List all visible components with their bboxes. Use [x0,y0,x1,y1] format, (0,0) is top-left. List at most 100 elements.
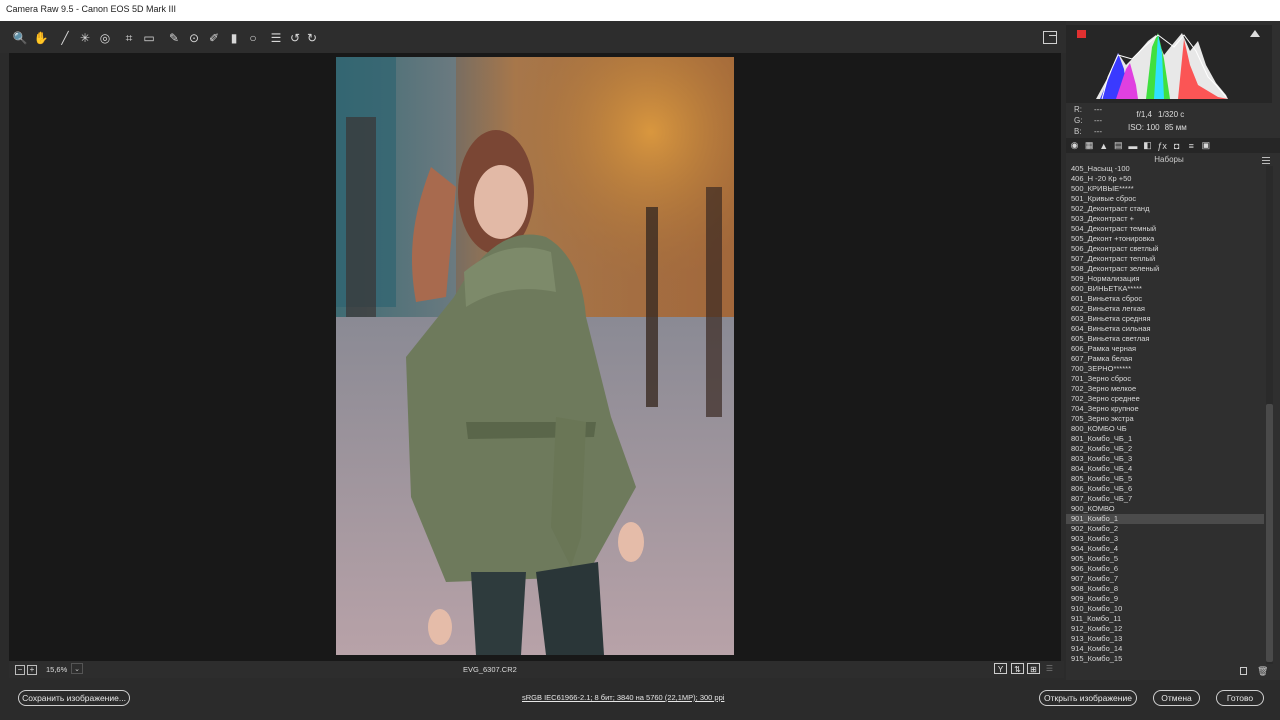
panel-tabs: ◉ ▦ ▲ ▤ ▬ ◧ ƒx ◘ ≡ ▣ [1066,138,1280,153]
preset-item[interactable]: 800_КОМБО ЧБ [1066,424,1264,434]
preset-item[interactable]: 508_Деконтраст зеленый [1066,264,1264,274]
snapshots-tab-icon[interactable]: ▣ [1200,140,1211,151]
preset-item[interactable]: 901_Комбо_1 [1066,514,1264,524]
zoom-dropdown-chevron-icon[interactable]: ⌄ [71,663,83,674]
preset-item[interactable]: 507_Деконтраст теплый [1066,254,1264,264]
preset-item[interactable]: 509_Нормализация [1066,274,1264,284]
zoom-out-button[interactable]: − [15,665,25,675]
split-toning-tab-icon[interactable]: ▬ [1127,140,1138,151]
preset-item[interactable]: 505_Деконт +тонировка [1066,234,1264,244]
preset-item[interactable]: 405_Насыщ -100 [1066,164,1264,174]
preset-item[interactable]: 912_Комбо_12 [1066,624,1264,634]
preset-item[interactable]: 406_Н -20 Кр +50 [1066,174,1264,184]
footer: Сохранить изображение... sRGB IEC61966-2… [0,680,1280,720]
preset-item[interactable]: 705_Зерно экстра [1066,414,1264,424]
tone-curve-tab-icon[interactable]: ▦ [1084,140,1095,151]
camera-calibration-tab-icon[interactable]: ◘ [1171,140,1182,151]
cancel-button[interactable]: Отмена [1153,690,1200,706]
scrollbar-thumb[interactable] [1266,404,1273,662]
save-image-button[interactable]: Сохранить изображение... [18,690,130,706]
preset-item[interactable]: 502_Деконтраст станд [1066,204,1264,214]
preset-item[interactable]: 905_Комбо_5 [1066,554,1264,564]
delete-preset-icon[interactable]: 🗑 [1257,666,1268,677]
zoom-in-button[interactable]: + [27,665,37,675]
crop-icon[interactable]: ⌗ [121,30,137,46]
zoom-icon[interactable]: 🔍 [12,30,28,46]
preset-item[interactable]: 801_Комбо_ЧБ_1 [1066,434,1264,444]
zoom-level[interactable]: 15,6% [46,665,67,674]
rgb-readout: R: --- G: --- B: --- [1074,105,1102,136]
preset-item[interactable]: 904_Комбо_4 [1066,544,1264,554]
preset-item[interactable]: 605_Виньетка светлая [1066,334,1264,344]
preset-item[interactable]: 601_Виньетка сброс [1066,294,1264,304]
preset-item[interactable]: 806_Комбо_ЧБ_6 [1066,484,1264,494]
preset-item[interactable]: 900_КОМВО [1066,504,1264,514]
preset-item[interactable]: 700_ЗЕРНО****** [1066,364,1264,374]
red-eye-icon[interactable]: ⊙ [186,30,202,46]
preset-item[interactable]: 704_Зерно крупное [1066,404,1264,414]
swap-settings-button[interactable]: ⇅ [1011,663,1024,674]
hsl-tab-icon[interactable]: ▤ [1113,140,1124,151]
spot-removal-icon[interactable]: ✎ [166,30,182,46]
preset-item[interactable]: 506_Деконтраст светлый [1066,244,1264,254]
toggle-view-button[interactable]: ☰ [1043,663,1056,674]
target-adjust-icon[interactable]: ◎ [97,30,113,46]
preset-item[interactable]: 603_Виньетка средняя [1066,314,1264,324]
rotate-cw-icon[interactable]: ↻ [304,30,320,46]
preset-item[interactable]: 911_Комбо_11 [1066,614,1264,624]
preset-item[interactable]: 914_Комбо_14 [1066,644,1264,654]
straighten-icon[interactable]: ▭ [141,30,157,46]
preset-item[interactable]: 702_Зерно среднее [1066,394,1264,404]
effects-tab-icon[interactable]: ƒx [1157,140,1168,151]
preset-item[interactable]: 702_Зерно мелкое [1066,384,1264,394]
done-button[interactable]: Готово [1216,690,1264,706]
preset-item[interactable]: 600_ВИНЬЕТКА***** [1066,284,1264,294]
rotate-ccw-icon[interactable]: ↺ [287,30,303,46]
copy-settings-button[interactable]: ⊞ [1027,663,1040,674]
workflow-options-link[interactable]: sRGB IEC61966-2.1; 8 бит; 3840 на 5760 (… [522,693,724,702]
lens-corrections-tab-icon[interactable]: ◧ [1142,140,1153,151]
preset-item[interactable]: 701_Зерно сброс [1066,374,1264,384]
preset-item[interactable]: 909_Комбо_9 [1066,594,1264,604]
before-after-y-button[interactable]: Y [994,663,1007,674]
preset-item[interactable]: 913_Комбо_13 [1066,634,1264,644]
preset-item[interactable]: 504_Деконтраст темный [1066,224,1264,234]
preset-item[interactable]: 807_Комбо_ЧБ_7 [1066,494,1264,504]
graduated-filter-icon[interactable]: ▮ [226,30,242,46]
adjustment-brush-icon[interactable]: ✐ [206,30,222,46]
preset-item[interactable]: 602_Виньетка легкая [1066,304,1264,314]
preset-item[interactable]: 915_Комбо_15 [1066,654,1264,664]
preset-item[interactable]: 803_Комбо_ЧБ_3 [1066,454,1264,464]
color-sampler-icon[interactable]: ✳ [77,30,93,46]
eyedropper-icon[interactable]: ╱ [57,30,73,46]
preset-item[interactable]: 607_Рамка белая [1066,354,1264,364]
hand-icon[interactable]: ✋ [33,30,49,46]
presets-scrollbar[interactable] [1266,166,1273,664]
preset-item[interactable]: 802_Комбо_ЧБ_2 [1066,444,1264,454]
preset-item[interactable]: 908_Комбо_8 [1066,584,1264,594]
preset-item[interactable]: 902_Комбо_2 [1066,524,1264,534]
iso: ISO: 100 [1128,123,1160,132]
presets-footer: 🗑 [1066,664,1280,678]
radial-filter-icon[interactable]: ○ [245,30,261,46]
open-preferences-icon[interactable] [1043,31,1057,44]
detail-tab-icon[interactable]: ▲ [1098,140,1109,151]
preset-item[interactable]: 606_Рамка черная [1066,344,1264,354]
presets-menu-icon[interactable] [1262,157,1270,164]
preset-item[interactable]: 903_Комбо_3 [1066,534,1264,544]
preset-item[interactable]: 805_Комбо_ЧБ_5 [1066,474,1264,484]
preset-item[interactable]: 503_Деконтраст + [1066,214,1264,224]
preset-item[interactable]: 604_Виньетка сильная [1066,324,1264,334]
preset-item[interactable]: 907_Комбо_7 [1066,574,1264,584]
preferences-icon[interactable]: ☰ [268,30,284,46]
preset-item[interactable]: 501_Кривые сброс [1066,194,1264,204]
open-image-button[interactable]: Открыть изображение [1039,690,1137,706]
preset-item[interactable]: 906_Комбо_6 [1066,564,1264,574]
presets-list[interactable]: 405_Насыщ -100 406_Н -20 Кр +50 500_КРИВЫЕ… [1066,164,1264,664]
preset-item[interactable]: 910_Комбо_10 [1066,604,1264,614]
new-preset-icon[interactable] [1240,667,1247,675]
preset-item[interactable]: 500_КРИВЫЕ***** [1066,184,1264,194]
preset-item[interactable]: 804_Комбо_ЧБ_4 [1066,464,1264,474]
basic-tab-icon[interactable]: ◉ [1069,140,1080,151]
presets-tab-icon[interactable]: ≡ [1186,140,1197,151]
